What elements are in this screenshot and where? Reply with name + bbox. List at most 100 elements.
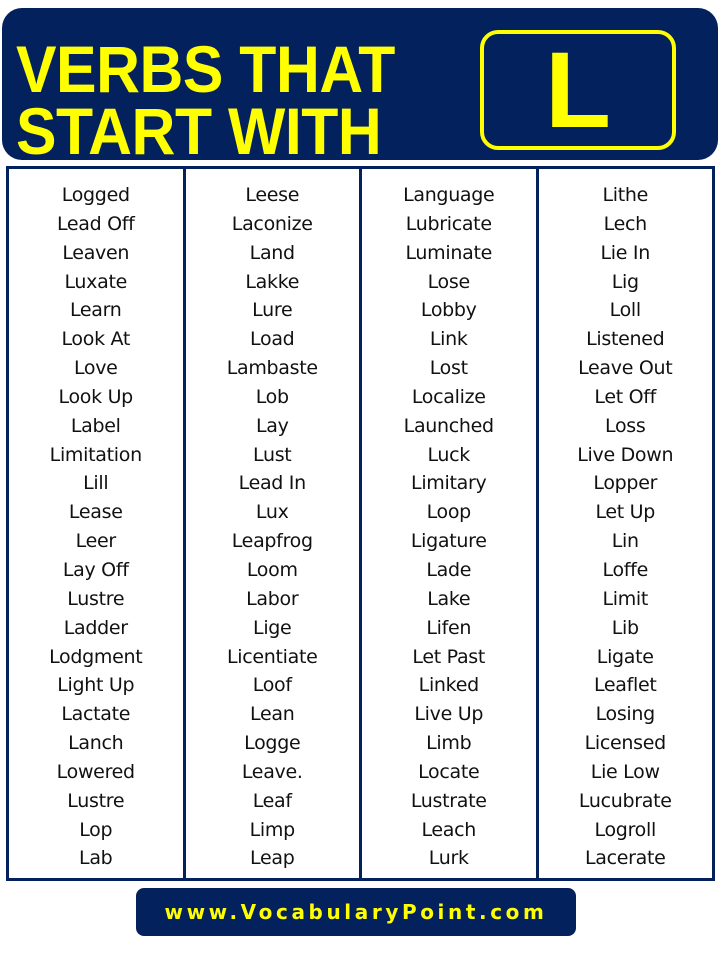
- verb-item: Look At: [61, 328, 131, 351]
- verb-item: Let Off: [594, 385, 657, 408]
- verb-item: Lustre: [67, 789, 125, 812]
- verb-item: Lustrate: [410, 789, 487, 812]
- verb-item: Leave.: [241, 760, 303, 783]
- verb-item: Lurk: [428, 847, 469, 870]
- verb-item: Limitary: [411, 472, 487, 495]
- verb-item: Labor: [246, 587, 299, 610]
- verb-item: Lambaste: [226, 357, 318, 380]
- verb-item: Lost: [429, 357, 468, 380]
- verb-item: Lech: [603, 212, 648, 235]
- verb-item: Live Up: [414, 703, 484, 726]
- verb-item: Lanch: [68, 732, 124, 755]
- verb-item: Ligate: [596, 645, 654, 668]
- verb-item: Light Up: [57, 674, 135, 697]
- verb-item: Lige: [253, 616, 292, 639]
- verb-item: Lubricate: [405, 212, 492, 235]
- verb-item: Learn: [69, 299, 122, 322]
- verb-item: Lure: [252, 299, 293, 322]
- verb-item: Lodgment: [49, 645, 143, 668]
- verb-item: Lean: [250, 703, 295, 726]
- verb-item: Lay Off: [62, 558, 129, 581]
- verb-item: Lose: [427, 270, 471, 293]
- verb-item: Load: [250, 328, 295, 351]
- verb-item: Lig: [611, 270, 639, 293]
- verb-item: Lucubrate: [578, 789, 672, 812]
- verb-item: Leaf: [252, 789, 292, 812]
- verb-item: Label: [70, 414, 121, 437]
- verb-column-2: Leese Laconize Land Lakke Lure Load Lambaste Lo…: [182, 169, 360, 878]
- verb-item: Loof: [252, 674, 292, 697]
- verb-item: Locate: [418, 760, 480, 783]
- verb-item: Leap: [250, 847, 295, 870]
- verb-item: Leapfrog: [231, 530, 313, 553]
- verb-item: Licensed: [584, 732, 667, 755]
- verb-item: Link: [429, 328, 468, 351]
- verb-item: Look Up: [58, 385, 134, 408]
- verb-item: Live Down: [577, 443, 674, 466]
- verb-item: Loop: [426, 501, 472, 524]
- title-line-2: START WITH: [16, 94, 382, 168]
- verb-item: Loom: [246, 558, 298, 581]
- verb-item: Luxate: [64, 270, 128, 293]
- verb-item: Lithe: [602, 184, 649, 206]
- verb-item: Logroll: [594, 818, 657, 841]
- verb-item: Lust: [253, 443, 292, 466]
- verb-column-3: Language Lubricate Luminate Lose Lobby Link Lo…: [359, 169, 536, 878]
- verb-item: Limp: [249, 818, 296, 841]
- featured-letter: L: [545, 29, 611, 150]
- verb-item: Lill: [83, 472, 109, 495]
- verb-item: Land: [249, 241, 295, 264]
- verb-item: Lactate: [61, 703, 131, 726]
- verb-item: Leese: [245, 184, 300, 206]
- header-banner: VERBS THAT START WITH L: [2, 8, 718, 164]
- verb-item: Leer: [75, 530, 117, 553]
- verb-item: Lifen: [426, 616, 472, 639]
- verb-column-4: Lithe Lech Lie In Lig Loll Listened Leave Out L…: [535, 169, 713, 878]
- verb-item: Leach: [421, 818, 477, 841]
- website-banner: www.VocabularyPoint.com: [136, 888, 576, 936]
- verb-item: Lin: [611, 530, 639, 553]
- verb-item: Let Past: [412, 645, 486, 668]
- verb-item: Linked: [418, 674, 479, 697]
- verb-item: Lab: [79, 847, 113, 870]
- verb-item: Lowered: [56, 760, 135, 783]
- verb-item: Losing: [595, 703, 656, 726]
- verb-item: Lux: [255, 501, 289, 524]
- verb-item: Lopper: [593, 472, 658, 495]
- verb-item: Love: [73, 357, 118, 380]
- verb-item: Ligature: [410, 530, 487, 553]
- verb-item: Lop: [79, 818, 113, 841]
- verb-item: Lacerate: [584, 847, 666, 870]
- verb-item: Let Up: [595, 501, 656, 524]
- verb-item: Listened: [586, 328, 665, 351]
- verb-item: Lakke: [245, 270, 300, 293]
- verb-item: Luminate: [405, 241, 492, 264]
- website-url[interactable]: www.VocabularyPoint.com: [165, 900, 548, 924]
- verb-item: Lead Off: [56, 212, 135, 235]
- verb-item: Lib: [611, 616, 639, 639]
- verb-item: Limitation: [49, 443, 142, 466]
- verb-item: Lease: [68, 501, 123, 524]
- verb-item: Language: [403, 184, 495, 206]
- verb-item: Loss: [605, 414, 646, 437]
- verb-item: Lead In: [238, 472, 307, 495]
- verb-item: Luck: [427, 443, 471, 466]
- verb-item: Lob: [255, 385, 289, 408]
- verb-item: Leave Out: [578, 357, 673, 380]
- verb-item: Licentiate: [226, 645, 318, 668]
- verb-item: Lustre: [67, 587, 125, 610]
- verb-item: Localize: [411, 385, 486, 408]
- verb-item: Leaven: [62, 241, 130, 264]
- verb-item: Loll: [609, 299, 642, 322]
- verb-column-1: Logged Lead Off Leaven Luxate Learn Look At Lo…: [9, 169, 183, 878]
- verb-item: Limit: [602, 587, 649, 610]
- letter-badge: L: [480, 30, 676, 150]
- verb-item: Laconize: [231, 212, 313, 235]
- verb-item: Limb: [426, 732, 472, 755]
- title-line-1: VERBS THAT: [16, 32, 395, 106]
- verb-item: Logged: [61, 184, 130, 206]
- verb-item: Loffe: [602, 558, 649, 581]
- verb-item: Lay: [255, 414, 289, 437]
- verb-item: Lobby: [420, 299, 477, 322]
- verb-item: Ladder: [63, 616, 128, 639]
